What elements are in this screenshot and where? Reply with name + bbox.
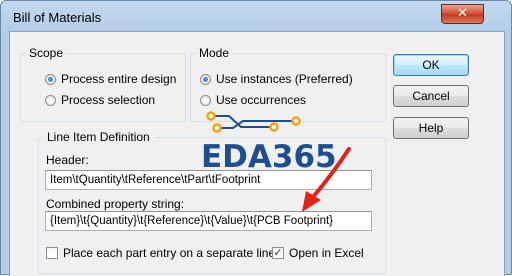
cancel-button[interactable]: Cancel [393, 85, 469, 107]
radio-unselected-icon [200, 94, 211, 106]
mode-instances-radio[interactable]: Use instances (Preferred) [200, 72, 353, 86]
mode-legend: Mode [199, 46, 230, 60]
combined-property-input[interactable]: {Item}\t{Quantity}\t{Reference}\t{Value}… [45, 211, 372, 231]
mode-instances-label: Use instances (Preferred) [216, 72, 353, 86]
scope-entire-design-label: Process entire design [61, 72, 177, 86]
scope-selection-radio[interactable]: Process selection [45, 93, 155, 107]
line-item-legend: Line Item Definition [47, 130, 150, 144]
radio-unselected-icon [45, 94, 56, 106]
checkmark-icon: ✓ [272, 247, 284, 259]
help-button[interactable]: Help [393, 117, 469, 139]
close-icon: ✕ [457, 6, 468, 21]
mode-occurrences-label: Use occurrences [216, 93, 307, 107]
radio-selected-icon [200, 73, 211, 85]
scope-selection-label: Process selection [61, 93, 156, 107]
radio-selected-icon [45, 73, 56, 85]
scope-legend: Scope [29, 46, 64, 60]
ok-button[interactable]: OK [393, 54, 469, 76]
checkbox-unchecked-icon [46, 247, 58, 259]
watermark-text: EDA365 [201, 139, 337, 175]
open-in-excel-checkbox[interactable]: ✓ Open in Excel [272, 246, 364, 260]
window-title: Bill of Materials [13, 10, 102, 25]
header-label: Header: [46, 153, 89, 167]
separate-line-label: Place each part entry on a separate line [63, 246, 276, 260]
scope-entire-design-radio[interactable]: Process entire design [45, 72, 176, 86]
mode-occurrences-radio[interactable]: Use occurrences [200, 93, 306, 107]
open-in-excel-label: Open in Excel [289, 246, 364, 260]
close-button[interactable]: ✕ [441, 4, 484, 24]
dialog-window: Bill of Materials ✕ Scope Process entire… [0, 0, 512, 276]
separate-line-checkbox[interactable]: Place each part entry on a separate line [46, 246, 275, 260]
combined-property-label: Combined property string: [46, 197, 185, 211]
